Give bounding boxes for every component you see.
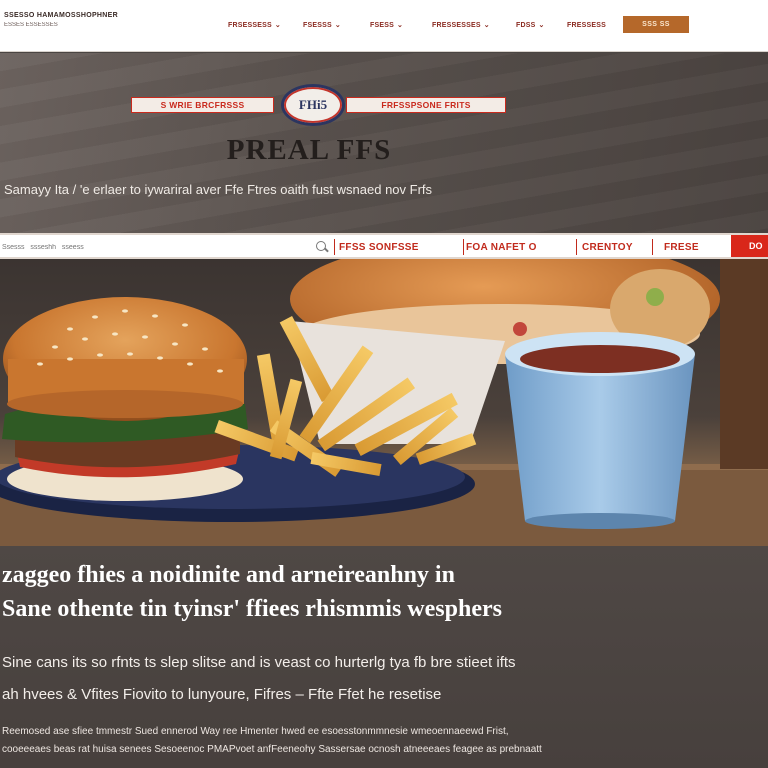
nav-item-3[interactable]: FSESS ⌄ (370, 18, 403, 32)
emblem-text: FHi5 (298, 97, 328, 112)
nav-item-4[interactable]: FRESSESSES ⌄ (432, 18, 490, 32)
category-divider (652, 239, 653, 255)
hero-ribbon-left: S WRIE BRCFRSSS (131, 97, 274, 113)
article-footnote-line-1: Reemosed ase sfiee tmmestr Sued ennerod … (2, 726, 509, 737)
dipping-cup (505, 332, 695, 529)
category-link-4[interactable]: FRESE (664, 239, 699, 255)
chevron-down-icon: ⌄ (334, 22, 341, 29)
article-footnote-line-2: cooeeeaes beas rat huisa senees Sesoeeno… (2, 744, 542, 755)
category-divider (463, 239, 464, 255)
category-link-3[interactable]: CRENTOY (582, 239, 633, 255)
headline-line-1: zaggeo fhies a noidinite and arneireanhn… (2, 562, 455, 588)
hero-food-image (0, 259, 768, 546)
nav-item-5[interactable]: FDSS ⌄ (516, 18, 545, 32)
chevron-down-icon: ⌄ (483, 22, 490, 29)
nav-item-2[interactable]: FSESSS ⌄ (303, 18, 341, 32)
chevron-down-icon: ⌄ (396, 22, 404, 29)
headline-line-2: Sane othente tin tyinsr' ffiees rhismmis… (2, 596, 502, 622)
chevron-down-icon: ⌄ (274, 22, 281, 29)
food-illustration (0, 259, 768, 546)
brand-emblem: FHi5 (281, 84, 345, 126)
nav-item-label: FDSS (516, 21, 536, 29)
article-body-line-1: Sine cans its so rfnts ts slep slitse an… (2, 654, 516, 671)
category-divider (576, 239, 577, 255)
nav-item-label: FSESS (370, 21, 394, 29)
nav-item-label: FSESSS (303, 21, 332, 29)
category-link-1[interactable]: FFSS SONFSSE (339, 239, 419, 255)
category-action-button[interactable]: DO (731, 235, 768, 257)
search-input[interactable] (0, 239, 330, 255)
nav-item-label: FRESSESS (567, 21, 606, 29)
category-bar: FFSS SONFSSE FOA NAFET O CRENTOY FRESE D… (0, 233, 768, 259)
hero-ribbon-right: FRFSSPSONE FRITS (346, 97, 506, 113)
page-title: PREAL FFS (226, 134, 392, 166)
order-button[interactable]: SSS SS (623, 16, 689, 33)
category-divider (334, 239, 335, 255)
brand-tagline: ESSES ESSESSES (4, 22, 58, 28)
search-icon[interactable] (316, 241, 326, 251)
top-navigation: SSESSO HAMAMOSSHOPHNER ESSES ESSESSES FR… (0, 0, 768, 52)
brand-logo[interactable]: SSESSO HAMAMOSSHOPHNER ESSES ESSESSES (4, 12, 124, 28)
nav-item-label: FRESSESSES (432, 21, 481, 29)
article-headline: zaggeo fhies a noidinite and arneireanhn… (0, 558, 768, 626)
brand-name: SSESSO HAMAMOSSHOPHNER (4, 12, 118, 19)
nav-item-1[interactable]: FRSESSESS ⌄ (228, 18, 281, 32)
burger (2, 297, 248, 501)
article-section: zaggeo fhies a noidinite and arneireanhn… (0, 546, 768, 768)
chevron-down-icon: ⌄ (538, 22, 545, 29)
hero-banner: S WRIE BRCFRSSS FHi5 FRFSSPSONE FRITS PR… (0, 53, 768, 233)
category-link-2[interactable]: FOA NAFET O (466, 239, 537, 255)
hero-subtitle: Samayy Ita / 'e erlaer to iywariral aver… (4, 182, 433, 197)
article-body-line-2: ah hvees & Vfites Fiovito to lunyoure, F… (2, 686, 442, 703)
nav-item-label: FRSESSESS (228, 21, 272, 29)
nav-item-6[interactable]: FRESSESS (567, 18, 606, 32)
